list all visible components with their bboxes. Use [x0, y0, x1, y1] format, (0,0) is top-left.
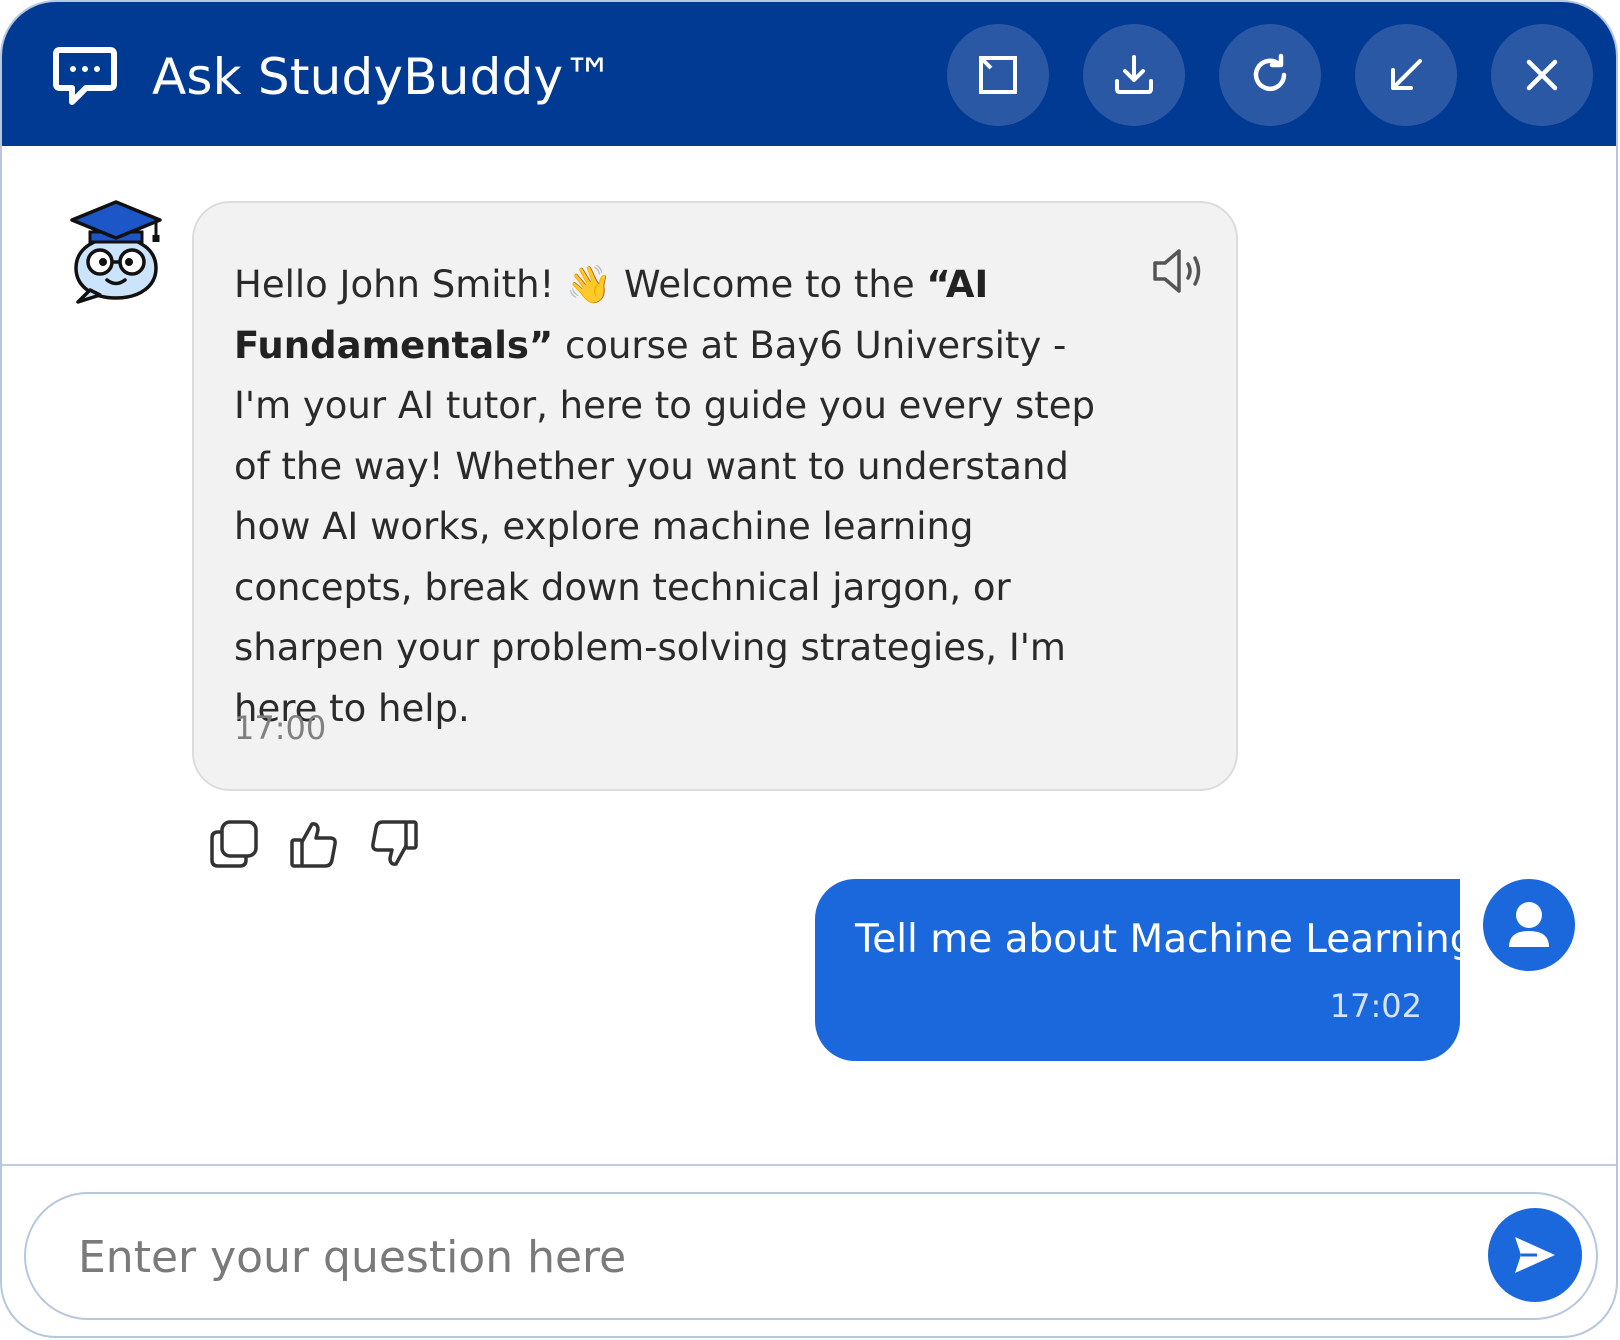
thumbs-up-icon[interactable] [288, 818, 340, 870]
user-message-time: 17:02 [1329, 987, 1422, 1025]
expand-button[interactable] [947, 24, 1049, 126]
minimize-button[interactable] [1355, 24, 1457, 126]
bot-message-bubble: Hello John Smith! 👋 Welcome to the “AI F… [192, 201, 1238, 791]
bot-message-text: Hello John Smith! 👋 Welcome to the “AI F… [234, 255, 1134, 739]
user-icon [1509, 902, 1549, 947]
minimize-icon [1391, 59, 1422, 90]
send-icon [1515, 1237, 1555, 1273]
wave-emoji: 👋 [566, 263, 613, 306]
welcome-text: Welcome to the [612, 263, 927, 306]
bot-avatar-icon [70, 200, 162, 304]
user-avatar [1483, 879, 1575, 971]
speaker-icon[interactable] [1151, 246, 1207, 296]
expand-icon [979, 56, 1017, 94]
user-message-text: Tell me about Machine Learning [855, 917, 1475, 962]
send-button[interactable] [1488, 1208, 1582, 1302]
user-message-bubble: Tell me about Machine Learning 17:02 [815, 879, 1475, 1061]
app-title: Ask StudyBuddy™ [152, 48, 614, 106]
chat-window: Ask StudyBuddy™ Hello John Smith! 👋 Welc… [0, 0, 1618, 1338]
bot-message-time: 17:00 [234, 709, 327, 747]
greeting-text: Hello John Smith! [234, 263, 567, 306]
input-divider [2, 1164, 1616, 1166]
intro-text: course at Bay6 University - I'm your AI … [234, 323, 1096, 730]
question-input[interactable] [76, 1212, 1480, 1302]
download-icon [1115, 55, 1153, 94]
copy-icon[interactable] [208, 818, 260, 870]
close-button[interactable] [1491, 24, 1593, 126]
thumbs-down-icon[interactable] [368, 818, 420, 870]
chat-header: Ask StudyBuddy™ [2, 2, 1616, 146]
download-button[interactable] [1083, 24, 1185, 126]
chat-bubble-icon [53, 47, 117, 105]
close-icon [1526, 59, 1558, 91]
refresh-button[interactable] [1219, 24, 1321, 126]
refresh-icon [1253, 53, 1287, 92]
question-input-container [24, 1192, 1598, 1320]
